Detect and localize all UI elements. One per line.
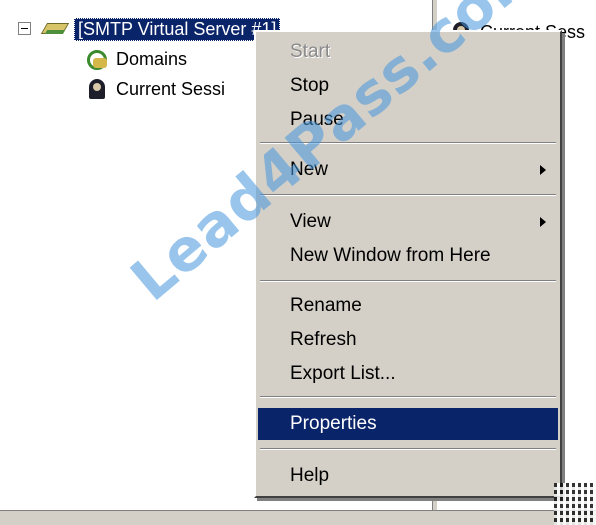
domains-icon — [84, 47, 110, 71]
menu-separator — [260, 194, 556, 196]
submenu-arrow-icon — [540, 165, 546, 175]
menu-item-stop[interactable]: Stop — [258, 70, 558, 102]
menu-item-label: New — [290, 159, 329, 180]
tree-node-domains[interactable]: Domains — [84, 46, 187, 72]
menu-item-start: Start — [290, 41, 331, 62]
menu-item-refresh[interactable]: Refresh — [258, 324, 558, 356]
menu-separator — [260, 448, 556, 450]
menu-separator — [260, 142, 556, 144]
menu-item-properties[interactable]: Properties — [258, 408, 558, 440]
collapse-icon[interactable] — [18, 22, 31, 35]
tree-node-smtp-virtual-server[interactable]: [SMTP Virtual Server #1] — [42, 16, 281, 42]
menu-separator — [260, 396, 556, 398]
menu-item-export-list[interactable]: Export List... — [258, 358, 558, 390]
menu-separator — [260, 280, 556, 282]
tree-node-label: Domains — [116, 48, 188, 69]
menu-item-label: View — [290, 211, 331, 232]
submenu-arrow-icon — [540, 217, 546, 227]
menu-item-pause[interactable]: Pause — [258, 104, 558, 136]
qr-code-icon — [554, 483, 596, 525]
menu-item-new-window-from-here[interactable]: New Window from Here — [258, 240, 558, 272]
status-bar — [0, 510, 596, 525]
menu-item-help[interactable]: Help — [258, 460, 558, 492]
context-menu: Start Stop Pause New View New Window fro… — [254, 30, 562, 498]
menu-item-new[interactable]: New — [258, 154, 558, 186]
current-sessions-icon — [84, 77, 110, 101]
tree-node-label: Current Sessi — [116, 78, 226, 99]
tree-node-current-sessions[interactable]: Current Sessi — [84, 76, 225, 102]
smtp-server-icon — [42, 17, 68, 41]
tree-node-label: [SMTP Virtual Server #1] — [74, 17, 281, 41]
menu-item-view[interactable]: View — [258, 206, 558, 238]
menu-item-rename[interactable]: Rename — [258, 290, 558, 322]
